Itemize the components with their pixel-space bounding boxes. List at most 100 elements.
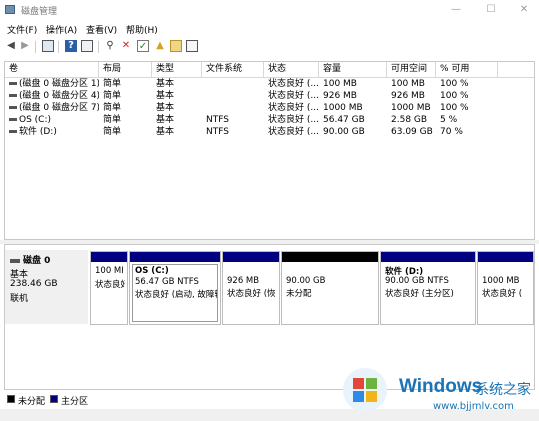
primary-partition-bar <box>91 252 127 262</box>
partition-size: 90.00 GB NTFS <box>385 276 449 286</box>
primary-partition-bar <box>130 252 220 262</box>
console-tree-icon[interactable] <box>42 40 54 52</box>
partition-status: 状态良好 ( <box>482 289 523 299</box>
volume-type: 基本 <box>156 127 175 137</box>
partition-status: 未分配 <box>286 289 312 299</box>
table-row[interactable]: 软件 (D:) 简单 基本 NTFS 状态良好 (... 90.00 GB 63… <box>5 126 534 138</box>
volume-capacity: 90.00 GB <box>323 127 365 137</box>
volume-filesystem <box>202 102 264 114</box>
partition-block[interactable]: 926 MB 状态良好 (恢 <box>222 251 280 325</box>
volume-icon <box>9 130 17 133</box>
toolbar-separator <box>98 41 99 53</box>
maximize-button[interactable]: ☐ <box>481 3 501 17</box>
volume-layout: 简单 <box>103 79 122 89</box>
volume-type: 基本 <box>156 79 175 89</box>
column-header-percent-free[interactable]: % 可用 <box>436 62 498 77</box>
partition-block[interactable]: 100 MI 状态良好 <box>90 251 128 325</box>
connect-icon[interactable]: ⚲ <box>104 40 116 52</box>
disk-info[interactable]: 磁盘 0 基本 238.46 GB 联机 <box>5 250 88 324</box>
partition-size: 926 MB <box>227 276 260 286</box>
menu-file[interactable]: 文件(F) <box>7 23 37 36</box>
volume-status: 状态良好 (... <box>268 91 319 101</box>
partition-block[interactable]: OS (C:) 56.47 GB NTFS 状态良好 (启动, 故障转 <box>129 251 221 325</box>
volume-type: 基本 <box>156 115 175 125</box>
volume-layout: 简单 <box>103 127 122 137</box>
watermark: Windows 系统之家 www.bjjmlv.com <box>343 362 539 421</box>
volume-percent-free: 100 % <box>440 91 469 101</box>
volume-layout: 简单 <box>103 91 122 101</box>
list-icon[interactable] <box>186 40 198 52</box>
column-header-volume[interactable]: 卷 <box>5 62 99 77</box>
delete-icon[interactable]: ✕ <box>120 40 132 52</box>
column-header-status[interactable]: 状态 <box>264 62 319 77</box>
window-title: 磁盘管理 <box>21 7 58 17</box>
menu-bar: 文件(F) 操作(A) 查看(V) 帮助(H) <box>0 21 539 37</box>
volume-icon <box>9 82 17 85</box>
column-header-capacity[interactable]: 容量 <box>319 62 387 77</box>
partition-block[interactable]: 90.00 GB 未分配 <box>281 251 379 325</box>
volume-free-space: 2.58 GB <box>391 115 428 125</box>
import-icon[interactable]: ▲ <box>154 40 166 52</box>
partition-status: 状态良好 (启动, 故障转 <box>135 290 218 300</box>
disk-management-icon <box>5 5 15 14</box>
partition-status: 状态良好 (主分区) <box>385 289 454 299</box>
partition-size: 1000 MB <box>482 276 520 286</box>
primary-partition-bar <box>381 252 475 262</box>
volume-status: 状态良好 (... <box>268 79 319 89</box>
watermark-site-name: 系统之家 <box>475 382 531 398</box>
menu-action[interactable]: 操作(A) <box>46 23 77 36</box>
column-header-type[interactable]: 类型 <box>152 62 202 77</box>
volume-name: OS (C:) <box>19 115 51 125</box>
partition-name: OS (C:) <box>135 266 169 276</box>
volume-icon <box>9 94 17 97</box>
minimize-button[interactable]: — <box>446 3 466 17</box>
unallocated-swatch <box>7 395 15 403</box>
table-row[interactable]: (磁盘 0 磁盘分区 7) 简单 基本 状态良好 (... 1000 MB 10… <box>5 102 534 114</box>
disk-name: 磁盘 0 <box>23 256 51 266</box>
export-icon[interactable] <box>170 40 182 52</box>
volume-percent-free: 100 % <box>440 103 469 113</box>
toolbar-separator <box>35 41 36 53</box>
disk-icon <box>10 258 20 263</box>
volume-percent-free: 5 % <box>440 115 458 125</box>
table-row[interactable]: (磁盘 0 磁盘分区 4) 简单 基本 状态良好 (... 926 MB 926… <box>5 90 534 102</box>
column-header-free-space[interactable]: 可用空间 <box>387 62 436 77</box>
partition-block[interactable]: 1000 MB 状态良好 ( <box>477 251 534 325</box>
check-icon[interactable]: ✓ <box>137 40 149 52</box>
volume-name: (磁盘 0 磁盘分区 1) <box>19 79 99 89</box>
properties-icon[interactable] <box>81 40 93 52</box>
back-icon[interactable]: ◀ <box>5 40 17 52</box>
close-button[interactable]: ✕ <box>514 3 534 17</box>
primary-partition-bar <box>223 252 279 262</box>
volume-name: (磁盘 0 磁盘分区 4) <box>19 91 99 101</box>
column-header-layout[interactable]: 布局 <box>99 62 152 77</box>
legend-primary: 主分区 <box>61 397 89 407</box>
volume-name: 软件 (D:) <box>19 127 57 137</box>
volume-status: 状态良好 (... <box>268 115 319 125</box>
column-header-filesystem[interactable]: 文件系统 <box>202 62 264 77</box>
partition-size: 56.47 GB NTFS <box>135 277 199 287</box>
volume-list: 卷 布局 类型 文件系统 状态 容量 可用空间 % 可用 (磁盘 0 磁盘分区 … <box>4 61 535 240</box>
legend-unallocated: 未分配 <box>18 397 46 407</box>
volume-capacity: 56.47 GB <box>323 115 365 125</box>
disk-size: 238.46 GB <box>10 279 58 289</box>
forward-icon[interactable]: ▶ <box>19 40 31 52</box>
volume-filesystem: NTFS <box>206 127 229 137</box>
title-bar: 磁盘管理 — ☐ ✕ <box>0 0 539 20</box>
volume-name: (磁盘 0 磁盘分区 7) <box>19 103 99 113</box>
table-row[interactable]: (磁盘 0 磁盘分区 1) 简单 基本 状态良好 (... 100 MB 100… <box>5 78 534 90</box>
volume-status: 状态良好 (... <box>268 127 319 137</box>
primary-swatch <box>50 395 58 403</box>
partition-size: 90.00 GB <box>286 276 326 286</box>
menu-view[interactable]: 查看(V) <box>86 23 117 36</box>
windows-logo-icon <box>343 368 387 412</box>
table-row[interactable]: OS (C:) 简单 基本 NTFS 状态良好 (... 56.47 GB 2.… <box>5 114 534 126</box>
volume-capacity: 1000 MB <box>323 103 363 113</box>
partition-status: 状态良好 (恢 <box>227 289 276 299</box>
help-icon[interactable]: ? <box>65 40 77 52</box>
volume-capacity: 926 MB <box>323 91 357 101</box>
menu-help[interactable]: 帮助(H) <box>126 23 158 36</box>
partition-block[interactable]: 软件 (D:) 90.00 GB NTFS 状态良好 (主分区) <box>380 251 476 325</box>
volume-free-space: 63.09 GB <box>391 127 433 137</box>
volume-table-header: 卷 布局 类型 文件系统 状态 容量 可用空间 % 可用 <box>5 62 534 78</box>
